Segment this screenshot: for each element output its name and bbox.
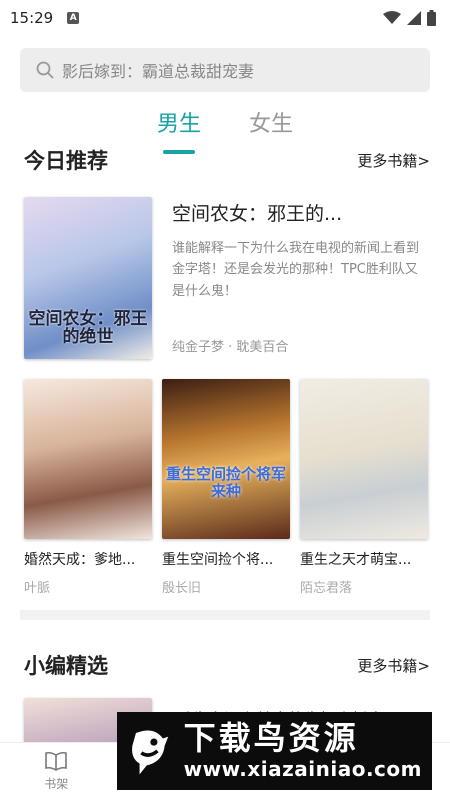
- section-divider: [20, 610, 430, 620]
- today-more-link[interactable]: 更多书籍>: [357, 150, 430, 171]
- today-section-header: 今日推荐 更多书籍>: [0, 145, 450, 175]
- book-card[interactable]: 重生之天才萌宝... 陌忘君落: [300, 379, 428, 596]
- book-author: 殷长旧: [162, 581, 202, 596]
- featured-cover-title: 空间农女：邪王的绝世: [28, 308, 148, 348]
- signal-icon: [407, 11, 421, 25]
- editor-more-link[interactable]: 更多书籍>: [357, 655, 430, 676]
- book-title: 重生空间捡个将...: [162, 552, 274, 568]
- search-bar[interactable]: 影后嫁到：霸道总裁甜宠妻: [20, 48, 430, 92]
- tab-female[interactable]: 女生: [249, 106, 293, 146]
- watermark-url: www.xiazainiao.com: [183, 756, 422, 781]
- featured-book[interactable]: 空间农女：邪王的绝世 空间农女：邪王的... 谁能解释一下为什么我在电视的新闻上…: [0, 175, 450, 359]
- featured-book-description: 谁能解释一下为什么我在电视的新闻上看到金字塔！还是会发光的那种！TPC胜利队又是…: [172, 241, 420, 299]
- battery-icon: [427, 10, 436, 26]
- nav-bookshelf-label: 书架: [44, 777, 69, 791]
- tab-male[interactable]: 男生: [157, 106, 201, 146]
- book-card[interactable]: 婚然天成：爹地... 叶脈: [24, 379, 152, 596]
- gender-tabs: 男生 女生: [0, 106, 450, 146]
- editor-section-title: 小编精选: [24, 654, 108, 678]
- book-title: 婚然天成：爹地...: [24, 552, 136, 568]
- search-icon: [36, 61, 54, 79]
- status-time: 15:29: [10, 9, 54, 27]
- book-author: 陌忘君落: [300, 581, 353, 596]
- status-notification-icon: A: [67, 12, 80, 24]
- featured-book-cover[interactable]: 空间农女：邪王的绝世: [24, 197, 152, 359]
- featured-book-meta: 纯金子梦 · 耽美百合: [172, 340, 289, 355]
- book-cover[interactable]: [300, 379, 428, 539]
- book-title: 重生之天才萌宝...: [300, 552, 412, 568]
- editor-section-header: 小编精选 更多书籍>: [0, 650, 450, 680]
- featured-book-title[interactable]: 空间农女：邪王的...: [172, 199, 430, 226]
- book-icon: [45, 751, 68, 771]
- search-placeholder: 影后嫁到：霸道总裁甜宠妻: [62, 62, 255, 81]
- nav-bookshelf[interactable]: 书架: [26, 751, 86, 792]
- book-cover[interactable]: [24, 379, 152, 539]
- watermark-banner: 下载鸟资源 www.xiazainiao.com: [117, 712, 432, 790]
- book-grid: 婚然天成：爹地... 叶脈 重生空间捡个将军来种 重生空间捡个将... 殷长旧 …: [0, 359, 450, 596]
- book-author: 叶脈: [24, 581, 51, 596]
- book-card[interactable]: 重生空间捡个将军来种 重生空间捡个将... 殷长旧: [162, 379, 290, 596]
- watermark-title: 下载鸟资源: [183, 719, 359, 758]
- book-cover-title: 重生空间捡个将军来种: [166, 465, 287, 500]
- status-bar: 15:29 A: [0, 0, 450, 36]
- book-cover[interactable]: 重生空间捡个将军来种: [162, 379, 290, 539]
- today-section-title: 今日推荐: [24, 149, 108, 173]
- content-area[interactable]: 今日推荐 更多书籍> 空间农女：邪王的绝世 空间农女：邪王的... 谁能解释一下…: [0, 145, 450, 742]
- bird-logo-icon: [132, 730, 169, 775]
- wifi-icon: [383, 11, 401, 24]
